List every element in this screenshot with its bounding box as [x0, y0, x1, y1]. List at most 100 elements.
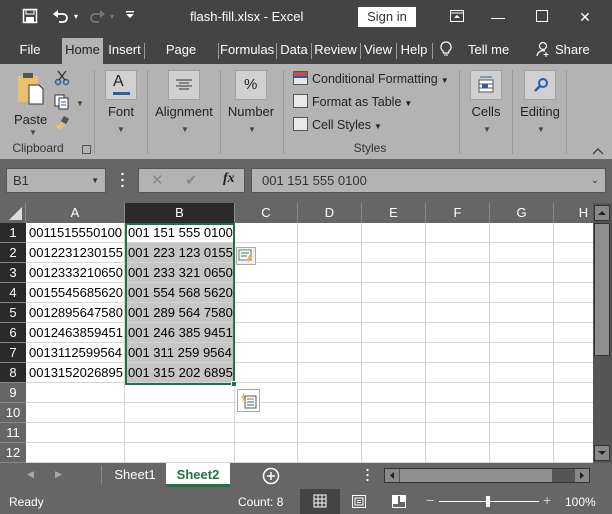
- copy-dropdown-icon[interactable]: ▼: [76, 99, 84, 108]
- close-icon[interactable]: ✕: [570, 5, 600, 29]
- zoom-slider-thumb[interactable]: [486, 496, 490, 507]
- row-header-7[interactable]: 7: [0, 343, 26, 363]
- paste-button[interactable]: Paste ▼: [12, 70, 52, 137]
- cell-b6[interactable]: 001 246 385 9451: [125, 323, 235, 343]
- cell-e1[interactable]: [362, 223, 426, 243]
- column-header-g[interactable]: G: [490, 203, 554, 223]
- row-header-4[interactable]: 4: [0, 283, 26, 303]
- cell-f9[interactable]: [426, 383, 490, 403]
- number-button[interactable]: %: [235, 70, 267, 100]
- cell-c1[interactable]: [235, 223, 298, 243]
- column-header-d[interactable]: D: [298, 203, 362, 223]
- cell-c5[interactable]: [235, 303, 298, 323]
- zoom-out-icon[interactable]: −: [426, 492, 434, 508]
- cell-a9[interactable]: [26, 383, 125, 403]
- cell-f12[interactable]: [426, 443, 490, 463]
- vertical-scrollbar[interactable]: [593, 203, 612, 463]
- format-as-table-button[interactable]: Format as Table ▼: [293, 93, 412, 111]
- insert-function-icon[interactable]: fx: [223, 171, 235, 187]
- zoom-level[interactable]: 100%: [565, 495, 596, 509]
- cell-e6[interactable]: [362, 323, 426, 343]
- scroll-down-icon[interactable]: [594, 445, 610, 461]
- undo-icon[interactable]: [50, 8, 72, 26]
- ribbon-display-icon[interactable]: [442, 5, 472, 29]
- expand-formula-bar-icon[interactable]: ⌄: [591, 169, 599, 192]
- column-header-b[interactable]: B: [125, 203, 235, 223]
- cell-h3[interactable]: [554, 263, 593, 283]
- cell-f5[interactable]: [426, 303, 490, 323]
- prev-sheet-icon[interactable]: ◀: [27, 469, 34, 480]
- tab-view[interactable]: View: [362, 38, 394, 64]
- cell-b12[interactable]: [125, 443, 235, 463]
- editing-button[interactable]: [524, 70, 556, 100]
- cell-g11[interactable]: [490, 423, 554, 443]
- tab-review[interactable]: Review: [313, 38, 358, 64]
- format-painter-icon[interactable]: [54, 115, 70, 135]
- cell-b9[interactable]: [125, 383, 235, 403]
- cell-f2[interactable]: [426, 243, 490, 263]
- cell-b1[interactable]: 001 151 555 0100: [125, 223, 235, 243]
- row-header-9[interactable]: 9: [0, 383, 26, 403]
- cell-e8[interactable]: [362, 363, 426, 383]
- cell-g5[interactable]: [490, 303, 554, 323]
- cell-h8[interactable]: [554, 363, 593, 383]
- vertical-scroll-thumb[interactable]: [594, 223, 610, 356]
- page-layout-view-icon[interactable]: [352, 495, 366, 511]
- cell-h11[interactable]: [554, 423, 593, 443]
- cell-a4[interactable]: 0015545685620: [26, 283, 125, 303]
- cell-f3[interactable]: [426, 263, 490, 283]
- cell-e4[interactable]: [362, 283, 426, 303]
- cell-g4[interactable]: [490, 283, 554, 303]
- select-all-corner[interactable]: [0, 203, 26, 223]
- row-header-5[interactable]: 5: [0, 303, 26, 323]
- cell-h7[interactable]: [554, 343, 593, 363]
- cells-button[interactable]: [470, 70, 502, 100]
- cell-e3[interactable]: [362, 263, 426, 283]
- cell-e11[interactable]: [362, 423, 426, 443]
- tab-data[interactable]: Data: [278, 38, 310, 64]
- cell-d3[interactable]: [298, 263, 362, 283]
- scroll-up-icon[interactable]: [594, 205, 610, 221]
- scroll-right-icon[interactable]: [575, 469, 589, 482]
- cell-d7[interactable]: [298, 343, 362, 363]
- cell-styles-button[interactable]: Cell Styles ▼: [293, 116, 382, 134]
- tab-home[interactable]: Home: [62, 38, 103, 64]
- worksheet-grid[interactable]: ABCDEFGH 1 0011515550100 001 151 555 0100 2…: [0, 203, 593, 463]
- cell-a7[interactable]: 0013112599564: [26, 343, 125, 363]
- column-header-c[interactable]: C: [235, 203, 298, 223]
- font-button[interactable]: A: [105, 70, 137, 100]
- horizontal-scroll-thumb[interactable]: [400, 469, 552, 482]
- cell-d9[interactable]: [298, 383, 362, 403]
- formula-input[interactable]: 001 151 555 0100 ⌄: [251, 168, 606, 193]
- cell-a2[interactable]: 0012231230155: [26, 243, 125, 263]
- alignment-button[interactable]: [168, 70, 200, 100]
- tab-file[interactable]: File: [12, 38, 48, 64]
- tab-formulas[interactable]: Formulas: [220, 38, 274, 64]
- undo-dropdown-icon[interactable]: ▾: [72, 8, 80, 26]
- cell-g9[interactable]: [490, 383, 554, 403]
- cell-c8[interactable]: [235, 363, 298, 383]
- cut-icon[interactable]: [54, 70, 70, 89]
- cell-h9[interactable]: [554, 383, 593, 403]
- cell-b4[interactable]: 001 554 568 5620: [125, 283, 235, 303]
- cell-d12[interactable]: [298, 443, 362, 463]
- cell-d4[interactable]: [298, 283, 362, 303]
- cell-f8[interactable]: [426, 363, 490, 383]
- cell-b10[interactable]: [125, 403, 235, 423]
- zoom-in-icon[interactable]: +: [543, 492, 551, 508]
- cell-c11[interactable]: [235, 423, 298, 443]
- cell-b3[interactable]: 001 233 321 0650: [125, 263, 235, 283]
- cell-a8[interactable]: 0013152026895: [26, 363, 125, 383]
- cell-d8[interactable]: [298, 363, 362, 383]
- name-box[interactable]: B1 ▼: [6, 168, 106, 193]
- sign-in-button[interactable]: Sign in: [358, 7, 416, 27]
- cell-g10[interactable]: [490, 403, 554, 423]
- new-sheet-icon[interactable]: [262, 467, 280, 488]
- cell-c12[interactable]: [235, 443, 298, 463]
- row-header-12[interactable]: 12: [0, 443, 26, 463]
- tab-split-grip-icon[interactable]: [366, 468, 369, 485]
- row-header-11[interactable]: 11: [0, 423, 26, 443]
- cell-b8[interactable]: 001 315 202 6895: [125, 363, 235, 383]
- cell-h2[interactable]: [554, 243, 593, 263]
- next-sheet-icon[interactable]: ▶: [55, 469, 62, 480]
